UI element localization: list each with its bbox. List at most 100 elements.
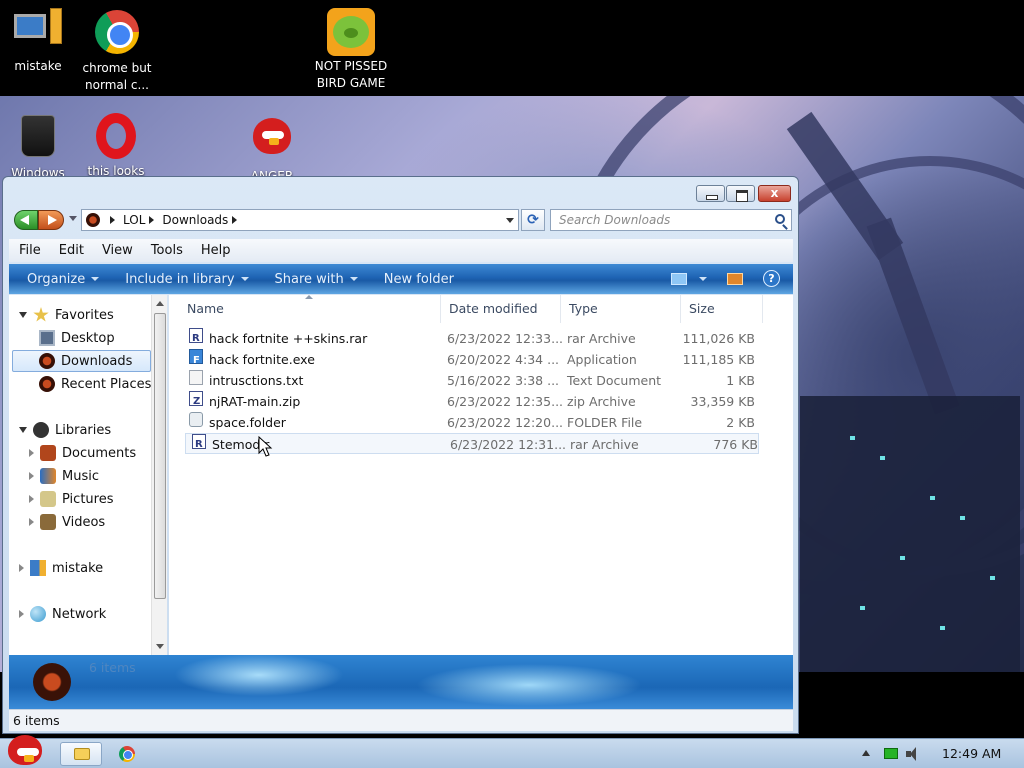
chevron-down-icon	[240, 277, 249, 281]
breadcrumb-separator-icon[interactable]	[110, 216, 115, 224]
search-input[interactable]	[551, 210, 767, 230]
file-date: 5/16/2022 3:38 ...	[447, 373, 560, 388]
table-row[interactable]: intrusctions.txt 5/16/2022 3:38 ... Text…	[183, 370, 757, 391]
desktop-icon-anger[interactable]: ANGER	[234, 112, 310, 185]
details-item-count: 6 items	[89, 660, 136, 675]
status-bar: 6 items	[9, 709, 793, 731]
menu-tools[interactable]: Tools	[141, 243, 191, 258]
address-bar[interactable]: LOL Downloads	[81, 209, 519, 231]
organize-button[interactable]: Organize	[27, 272, 100, 287]
close-button[interactable]: x	[758, 185, 791, 202]
menu-edit[interactable]: Edit	[49, 243, 92, 258]
breadcrumb-separator-icon[interactable]	[232, 216, 238, 224]
expand-arrow-icon[interactable]	[19, 564, 24, 572]
expand-arrow-icon[interactable]	[29, 495, 34, 503]
file-size: 1 KB	[726, 373, 755, 388]
change-view-icon[interactable]	[671, 273, 687, 285]
nav-documents[interactable]: Documents	[29, 442, 136, 464]
search-icon[interactable]	[775, 214, 785, 224]
menu-view[interactable]: View	[92, 243, 141, 258]
table-row[interactable]: njRAT-main.zip 6/23/2022 12:35... zip Ar…	[183, 391, 757, 412]
file-type: FOLDER File	[567, 415, 643, 430]
column-size[interactable]: Size	[681, 295, 763, 323]
new-folder-label: New folder	[383, 271, 454, 287]
clock[interactable]: 12:49 AM	[942, 746, 1001, 761]
nav-label: Network	[52, 606, 107, 622]
include-in-library-button[interactable]: Include in library	[125, 272, 249, 287]
nav-label: Pictures	[62, 491, 114, 507]
back-button[interactable]	[14, 210, 38, 230]
nav-scrollbar[interactable]	[151, 295, 167, 655]
new-folder-button[interactable]: New folder	[384, 272, 454, 287]
downloads-folder-icon	[86, 213, 100, 227]
table-row[interactable]: hack fortnite.exe 6/20/2022 4:34 ... App…	[183, 349, 757, 371]
volume-icon[interactable]	[906, 747, 922, 761]
menu-file[interactable]: File	[9, 243, 49, 258]
scroll-down-icon[interactable]	[156, 644, 164, 649]
nav-desktop[interactable]: Desktop	[39, 327, 115, 349]
nav-downloads[interactable]: Downloads	[12, 350, 151, 372]
status-item-count: 6 items	[13, 713, 60, 728]
file-type: zip Archive	[567, 394, 636, 409]
desktop-icon-bird-game[interactable]: NOT PISSED BIRD GAME	[306, 8, 396, 92]
expand-arrow-icon[interactable]	[19, 610, 24, 618]
nav-label: Videos	[62, 514, 106, 530]
file-date: 6/23/2022 12:20...	[447, 415, 564, 430]
nav-label: Music	[62, 468, 99, 484]
menu-help[interactable]: Help	[191, 243, 239, 258]
nav-favorites[interactable]: Favorites	[19, 304, 114, 326]
expand-arrow-icon[interactable]	[29, 472, 34, 480]
file-date: 6/23/2022 12:35...	[447, 394, 564, 409]
scroll-thumb[interactable]	[154, 313, 166, 599]
nav-music[interactable]: Music	[29, 465, 99, 487]
nav-mistake[interactable]: mistake	[19, 557, 103, 579]
desktop-icon-windows[interactable]: Windows	[0, 112, 76, 182]
angry-bird-icon	[8, 735, 42, 765]
nav-videos[interactable]: Videos	[29, 511, 105, 533]
network-status-icon[interactable]	[884, 748, 898, 759]
table-row[interactable]: hack fortnite ++skins.rar 6/23/2022 12:3…	[183, 328, 757, 349]
file-name: njRAT-main.zip	[209, 394, 301, 409]
details-pane: 6 items	[9, 655, 793, 709]
forward-button[interactable]	[38, 210, 64, 230]
help-icon[interactable]: ?	[763, 270, 780, 287]
column-date-modified[interactable]: Date modified	[441, 295, 561, 323]
preview-pane-icon[interactable]	[727, 273, 743, 285]
txt-icon	[189, 370, 203, 385]
recent-pages-chevron-icon[interactable]	[69, 216, 77, 221]
show-hidden-icons-icon[interactable]	[862, 750, 870, 756]
desktop-icon-opera[interactable]: this looks	[78, 112, 154, 180]
command-bar: Organize Include in library Share with N…	[9, 264, 793, 294]
desktop-icon-chrome[interactable]: chrome but normal c...	[79, 8, 155, 94]
column-name[interactable]: Name	[179, 295, 441, 323]
breadcrumb-lol[interactable]: LOL	[123, 213, 145, 227]
computer-icon	[14, 8, 62, 56]
expand-arrow-icon[interactable]	[29, 449, 34, 457]
search-box[interactable]	[550, 209, 792, 231]
expand-arrow-icon[interactable]	[19, 427, 27, 433]
scroll-up-icon[interactable]	[156, 301, 164, 306]
taskbar-explorer-button[interactable]	[60, 742, 102, 766]
minimize-button[interactable]	[696, 185, 725, 202]
maximize-button[interactable]	[726, 185, 755, 202]
address-dropdown-icon[interactable]	[506, 218, 514, 223]
angry-bird-icon	[248, 118, 296, 166]
file-list: Name Date modified Type Size hack fortni…	[169, 295, 793, 655]
nav-network[interactable]: Network	[19, 603, 106, 625]
breadcrumb-downloads[interactable]: Downloads	[162, 213, 228, 227]
nav-libraries[interactable]: Libraries	[19, 419, 111, 441]
nav-recent-places[interactable]: Recent Places	[39, 373, 151, 395]
share-with-button[interactable]: Share with	[275, 272, 358, 287]
start-button[interactable]	[2, 729, 46, 768]
breadcrumb-separator-icon[interactable]	[149, 216, 155, 224]
taskbar-chrome-button[interactable]	[110, 742, 144, 766]
chevron-down-icon[interactable]	[699, 277, 707, 281]
desktop-icon-mistake[interactable]: mistake	[0, 8, 76, 75]
nav-pictures[interactable]: Pictures	[29, 488, 113, 510]
expand-arrow-icon[interactable]	[29, 518, 34, 526]
column-type[interactable]: Type	[561, 295, 681, 323]
expand-arrow-icon[interactable]	[19, 312, 27, 318]
nav-label: Downloads	[61, 353, 133, 369]
table-row[interactable]: space.folder 6/23/2022 12:20... FOLDER F…	[183, 412, 757, 433]
refresh-button[interactable]: ⟳	[521, 209, 545, 231]
